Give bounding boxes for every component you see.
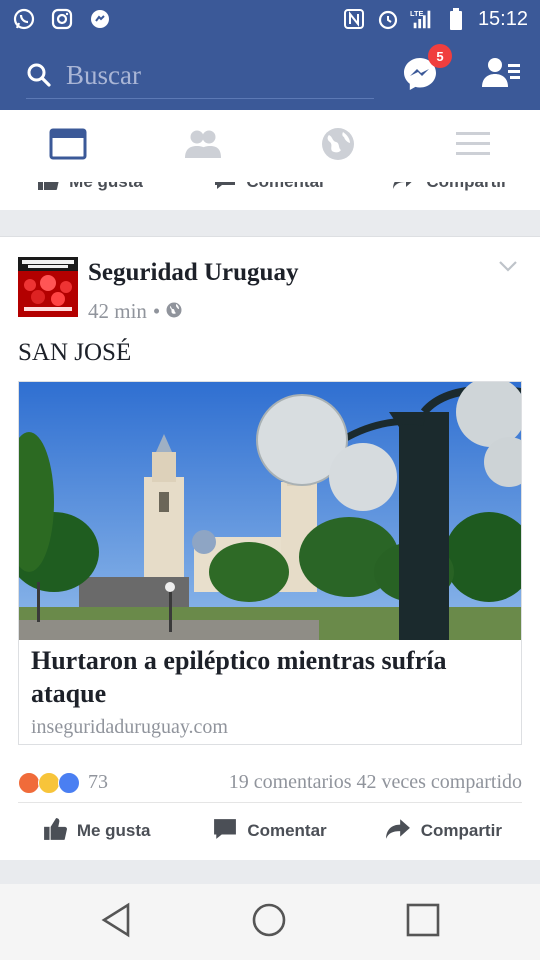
prev-comment-button[interactable]: Comentar [180, 182, 360, 204]
reactions-bar[interactable]: 73 19 comentarios 42 veces compartido [18, 763, 522, 803]
friends-icon [184, 128, 222, 165]
prev-like-button[interactable]: Me gusta [0, 182, 180, 204]
meta-separator: • [152, 299, 161, 323]
friend-requests-icon[interactable] [482, 55, 520, 94]
reaction-icons [18, 771, 80, 794]
tab-bar [0, 110, 540, 182]
search-icon [26, 62, 54, 90]
status-time: 15:12 [477, 7, 528, 30]
page-name[interactable]: Seguridad Uruguay [88, 259, 298, 287]
battery-icon [444, 7, 468, 31]
page-avatar[interactable] [18, 257, 78, 317]
tab-friends[interactable] [135, 110, 270, 182]
home-icon[interactable] [251, 902, 287, 943]
prev-share-button[interactable]: Compartir [360, 182, 540, 204]
comment-icon [213, 817, 237, 846]
thumbs-up-icon [37, 182, 59, 196]
comments-shares-summary[interactable]: 19 comentarios 42 veces compartido [229, 771, 522, 794]
top-bar: Buscar 5 [0, 38, 540, 110]
like-label: Me gusta [76, 821, 151, 840]
share-label: Compartir [420, 821, 502, 840]
comments-count[interactable]: 19 comentarios [229, 771, 352, 793]
nfc-icon [342, 7, 366, 31]
prev-comment-label: Comentar [246, 182, 325, 192]
prev-like-label: Me gusta [69, 182, 143, 192]
recents-icon[interactable] [406, 903, 440, 942]
search-bar[interactable]: Buscar [26, 53, 374, 99]
share-icon [385, 817, 411, 846]
thumbs-up-icon [43, 817, 67, 846]
messenger-icon [400, 58, 440, 98]
post-text: SAN JOSÉ [18, 339, 132, 366]
back-icon[interactable] [100, 902, 132, 943]
post-header [18, 257, 78, 317]
alarm-icon [376, 7, 400, 31]
post-actions: Me gusta Comentar Compartir [0, 809, 540, 861]
link-preview-image[interactable] [19, 382, 521, 640]
globe-icon [321, 127, 355, 166]
network-type-label: LTE [410, 9, 423, 18]
like-reaction-icon [58, 771, 80, 794]
news-feed-icon [49, 128, 87, 165]
like-button[interactable]: Me gusta [10, 809, 183, 853]
post-meta: 42 min • [88, 299, 182, 324]
shares-count[interactable]: 42 veces compartido [357, 771, 523, 793]
public-globe-icon [166, 299, 182, 324]
link-domain: inseguridaduruguay.com [31, 716, 228, 738]
comment-label: Comentar [247, 821, 327, 840]
tab-notifications[interactable] [270, 110, 405, 182]
menu-icon [455, 130, 490, 163]
link-preview-card[interactable]: Hurtaron a epiléptico mientras sufría at… [18, 381, 522, 745]
prev-share-label: Compartir [426, 182, 507, 192]
tab-menu[interactable] [405, 110, 540, 182]
instagram-icon [50, 7, 74, 31]
comment-icon [214, 182, 236, 196]
comment-button[interactable]: Comentar [183, 809, 356, 853]
angry-reaction-icon [18, 771, 40, 794]
post-options-chevron-icon[interactable] [498, 259, 518, 278]
messenger-badge: 5 [428, 44, 452, 68]
whatsapp-icon [12, 7, 36, 31]
tab-news-feed[interactable] [0, 110, 135, 182]
search-placeholder[interactable]: Buscar [66, 60, 141, 91]
share-button[interactable]: Compartir [357, 809, 530, 853]
status-bar: LTE 15:12 [0, 0, 540, 38]
link-title[interactable]: Hurtaron a epiléptico mientras sufría at… [31, 644, 511, 710]
reaction-count[interactable]: 73 [88, 771, 108, 794]
signal-icon: LTE [410, 7, 434, 31]
previous-post-actions: Me gusta Comentar Compartir [0, 182, 540, 210]
sad-reaction-icon [38, 771, 60, 794]
post-time[interactable]: 42 min [88, 299, 147, 324]
messenger-alt-icon [88, 7, 112, 31]
share-icon [392, 182, 416, 196]
system-nav-bar [0, 884, 540, 960]
messenger-button[interactable]: 5 [400, 44, 452, 94]
feed-post: Seguridad Uruguay 42 min • SAN JOSÉ Hurt… [0, 236, 540, 860]
